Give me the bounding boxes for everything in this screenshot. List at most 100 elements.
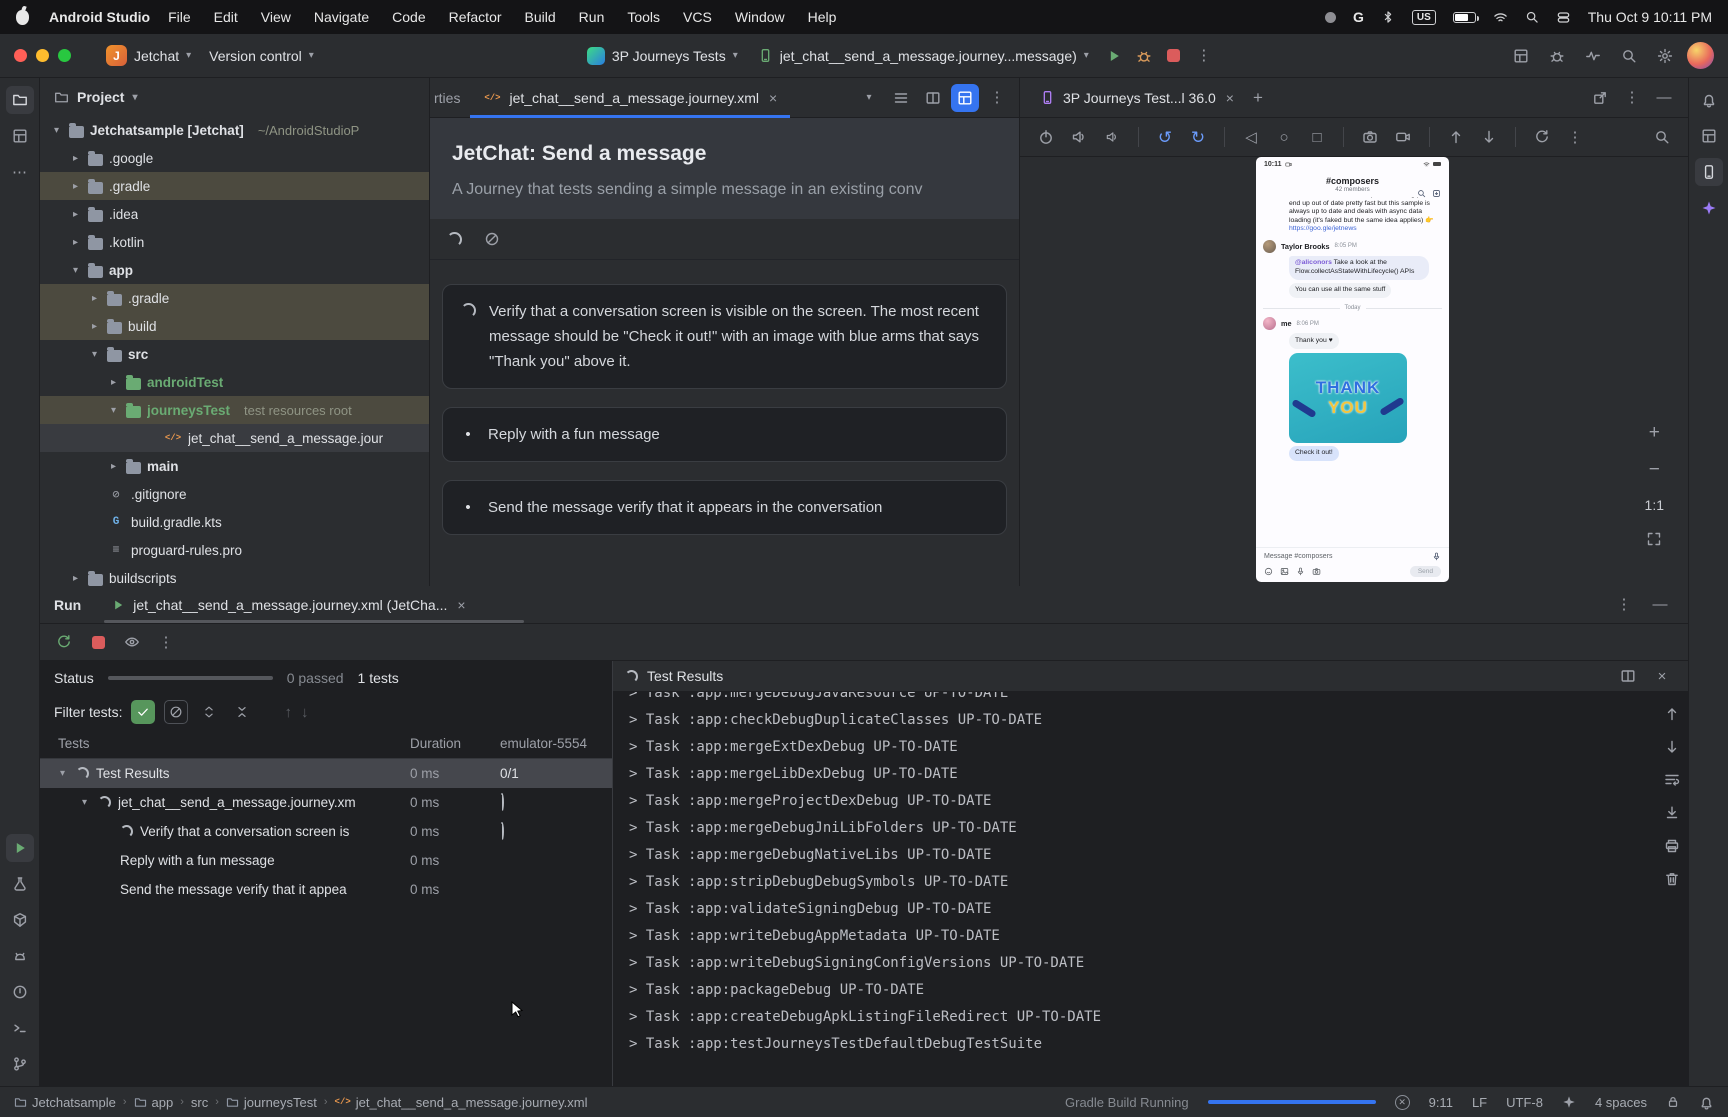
chat-link[interactable]: https://goo.gle/jetnews — [1289, 225, 1357, 232]
project-toolwindow-button[interactable] — [6, 86, 34, 114]
design-view-button[interactable] — [951, 84, 979, 112]
tree-item-build-gradle-kts[interactable]: Gbuild.gradle.kts — [40, 508, 429, 536]
scroll-to-bottom-button[interactable] — [1664, 739, 1680, 755]
test-row[interactable]: ▾jet_chat__send_a_message.journey.xm0 ms — [40, 788, 612, 817]
message-composer[interactable]: Message #composers Send — [1256, 547, 1449, 582]
test-row[interactable]: ▾Test Results0 ms0/1 — [40, 759, 612, 788]
tree-item-jetchatsample-jetchat-[interactable]: ▾Jetchatsample [Jetchat]~/AndroidStudioP — [40, 116, 429, 144]
breadcrumb-item[interactable]: </>jet_chat__send_a_message.journey.xml — [335, 1095, 588, 1110]
split-view-button[interactable] — [919, 84, 947, 112]
tree-chevron-icon[interactable]: ▸ — [69, 209, 82, 220]
device-zoom-button[interactable] — [1648, 123, 1676, 151]
menu-build[interactable]: Build — [525, 9, 556, 25]
emulator-screen[interactable]: 10:11 #composers 42 members looked at — [1256, 157, 1449, 582]
layout-inspector-button[interactable] — [1543, 42, 1571, 70]
more-actions-button[interactable]: ⋮ — [1190, 42, 1218, 70]
caret-position[interactable]: 9:11 — [1429, 1095, 1453, 1110]
settings-button[interactable] — [1651, 42, 1679, 70]
google-icon[interactable]: G — [1353, 9, 1364, 25]
zoom-out-button[interactable]: − — [1649, 460, 1660, 479]
new-device-tab-button[interactable]: + — [1244, 84, 1272, 112]
services-toolwindow-button[interactable] — [6, 870, 34, 898]
control-center-icon[interactable] — [1556, 10, 1571, 25]
close-console-button[interactable]: × — [1648, 662, 1676, 690]
tree-item-androidtest[interactable]: ▸androidTest — [40, 368, 429, 396]
logcat-toolwindow-button[interactable] — [6, 942, 34, 970]
breadcrumb-item[interactable]: journeysTest — [226, 1095, 317, 1110]
vcs-widget[interactable]: Version control ▾ — [200, 44, 323, 68]
tree-item--idea[interactable]: ▸.idea — [40, 200, 429, 228]
project-panel-header[interactable]: Project ▾ — [40, 78, 429, 116]
show-passed-toggle[interactable] — [131, 700, 155, 724]
emoji-icon[interactable] — [1264, 567, 1273, 576]
tests-column-header[interactable]: Tests — [58, 736, 410, 751]
zoom-level[interactable]: 1:1 — [1645, 497, 1664, 513]
sender-avatar[interactable] — [1263, 240, 1276, 253]
pull-file-button[interactable] — [1475, 123, 1503, 151]
tree-item-src[interactable]: ▾src — [40, 340, 429, 368]
journey-step-card[interactable]: Verify that a conversation screen is vis… — [442, 284, 1007, 389]
file-encoding[interactable]: UTF-8 — [1506, 1095, 1543, 1110]
maximize-window-button[interactable] — [58, 49, 71, 62]
menu-window[interactable]: Window — [735, 9, 785, 25]
run-panel-more-button[interactable]: ⋮ — [1610, 591, 1638, 619]
tree-item--gitignore[interactable]: ⊘.gitignore — [40, 480, 429, 508]
tree-item-buildscripts[interactable]: ▸buildscripts — [40, 564, 429, 586]
apple-menu-icon[interactable] — [16, 10, 29, 25]
editor-tab-active[interactable]: </> jet_chat__send_a_message.journey.xml… — [470, 78, 790, 117]
run-tab[interactable]: jet_chat__send_a_message.journey.xml (Je… — [103, 586, 473, 623]
debug-button[interactable] — [1130, 42, 1158, 70]
device-column-header[interactable]: emulator-5554 — [500, 736, 612, 751]
tree-chevron-icon[interactable]: ▸ — [69, 153, 82, 164]
screen-record-indicator-icon[interactable] — [1325, 12, 1336, 23]
device-tab[interactable]: 3P Journeys Test...l 36.0 × — [1030, 78, 1244, 117]
gradle-status-text[interactable]: Gradle Build Running — [1065, 1095, 1189, 1110]
run-configuration-selector[interactable]: 3P Journeys Tests ▾ — [578, 43, 747, 69]
android-overview-button[interactable]: □ — [1303, 123, 1331, 151]
show-ignored-toggle[interactable] — [164, 700, 188, 724]
editor-tab-partial[interactable]: rties — [430, 78, 470, 117]
tree-item-journeystest[interactable]: ▾journeysTesttest resources root — [40, 396, 429, 424]
push-file-button[interactable] — [1442, 123, 1470, 151]
run-toolbar-more-button[interactable]: ⋮ — [152, 628, 180, 656]
minimize-window-button[interactable] — [36, 49, 49, 62]
chat-messages[interactable]: looked at the JetNews sample? Most blog … — [1256, 197, 1449, 547]
rotate-right-button[interactable]: ↻ — [1184, 123, 1212, 151]
tree-chevron-icon[interactable]: ▸ — [107, 461, 120, 472]
journey-stop-icon[interactable] — [478, 225, 506, 253]
android-home-button[interactable]: ○ — [1270, 123, 1298, 151]
test-row[interactable]: Verify that a conversation screen is0 ms — [40, 817, 612, 846]
tree-item--gradle[interactable]: ▸.gradle — [40, 172, 429, 200]
menu-help[interactable]: Help — [808, 9, 837, 25]
console-output[interactable]: > Task :app:mergeDebugJavaResource UP-TO… — [613, 692, 1642, 1086]
notifications-button[interactable] — [1695, 86, 1723, 114]
print-button[interactable] — [1664, 838, 1680, 854]
duration-column-header[interactable]: Duration — [410, 736, 500, 751]
wifi-icon[interactable] — [1493, 10, 1508, 25]
problems-toolwindow-button[interactable] — [6, 978, 34, 1006]
journey-step-card[interactable]: •Reply with a fun message — [442, 407, 1007, 462]
hide-panel-button[interactable]: — — [1650, 84, 1678, 112]
test-row[interactable]: Reply with a fun message0 ms — [40, 846, 612, 875]
volume-down-button[interactable] — [1098, 123, 1126, 151]
tree-chevron-icon[interactable]: ▸ — [69, 573, 82, 584]
device-explorer-button[interactable] — [1695, 122, 1723, 150]
chat-bubble[interactable]: Thank you ♥ — [1289, 333, 1339, 348]
line-separator[interactable]: LF — [1472, 1095, 1487, 1110]
more-toolwindows-button[interactable]: ⋯ — [6, 158, 34, 186]
tree-chevron-icon[interactable]: ▸ — [69, 237, 82, 248]
expand-all-button[interactable] — [197, 700, 221, 724]
profiler-button[interactable] — [1579, 42, 1607, 70]
watch-options-button[interactable] — [118, 628, 146, 656]
mic-icon[interactable] — [1432, 552, 1441, 561]
close-window-button[interactable] — [14, 49, 27, 62]
notifications-icon[interactable] — [1699, 1095, 1714, 1110]
restart-device-button[interactable] — [1528, 123, 1556, 151]
tree-item-proguard-rules-pro[interactable]: ≡proguard-rules.pro — [40, 536, 429, 564]
device-selector[interactable]: jet_chat__send_a_message.journey...messa… — [749, 44, 1098, 68]
breadcrumb-item[interactable]: src — [191, 1095, 208, 1110]
search-everywhere-button[interactable] — [1615, 42, 1643, 70]
chat-bubble[interactable]: @aliconors Take a look at the Flow.colle… — [1289, 256, 1429, 280]
lock-icon[interactable] — [1666, 1095, 1680, 1109]
scroll-to-top-button[interactable] — [1664, 706, 1680, 722]
